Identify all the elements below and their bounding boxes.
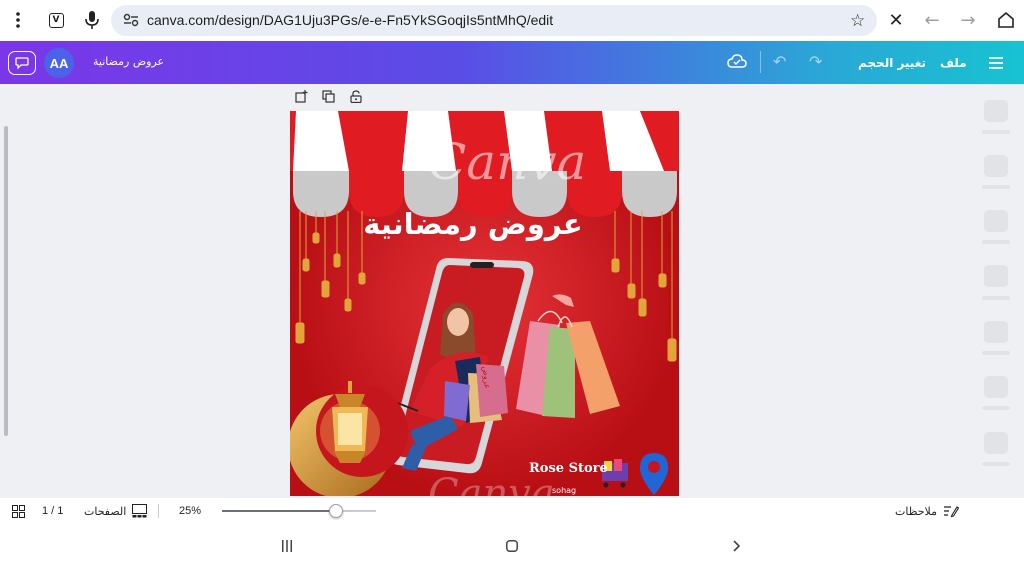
url-text: canva.com/design/DAG1Uju3PGs/e-e-Fn5YkSG… bbox=[147, 12, 554, 28]
thumbnail-placeholder bbox=[984, 265, 1008, 287]
vertical-scrollbar[interactable] bbox=[4, 126, 8, 436]
site-settings-icon[interactable] bbox=[123, 13, 139, 32]
forward-arrow-icon[interactable]: → bbox=[956, 8, 980, 32]
add-page-icon[interactable] bbox=[294, 90, 308, 104]
back-arrow-icon[interactable]: ← bbox=[920, 8, 944, 32]
close-icon[interactable]: ✕ bbox=[884, 8, 908, 32]
more-vert-icon[interactable] bbox=[6, 8, 30, 32]
grid-view-icon[interactable] bbox=[12, 505, 25, 521]
cloud-saved-icon[interactable] bbox=[727, 53, 747, 74]
zoom-slider-handle[interactable] bbox=[328, 504, 343, 518]
duplicate-page-icon[interactable] bbox=[321, 90, 335, 104]
pages-icon[interactable] bbox=[132, 504, 147, 521]
avatar[interactable]: AA bbox=[44, 48, 74, 78]
comment-icon bbox=[15, 57, 29, 69]
pages-label[interactable]: الصفحات bbox=[84, 505, 126, 518]
thumbnail-placeholder-line bbox=[982, 406, 1010, 410]
address-bar[interactable]: canva.com/design/DAG1Uju3PGs/e-e-Fn5YkSG… bbox=[111, 5, 877, 36]
thumbnail-placeholder bbox=[984, 321, 1008, 343]
thumbnail-placeholder bbox=[984, 100, 1008, 122]
thumbnail-placeholder bbox=[984, 376, 1008, 398]
zoom-slider-fill bbox=[222, 510, 336, 512]
hamburger-menu-icon[interactable] bbox=[989, 56, 1003, 74]
thumbnail-placeholder-line bbox=[982, 240, 1010, 244]
notes-icon[interactable] bbox=[943, 504, 960, 521]
editor-footer: 1 / 1 الصفحات 25% ملاحظات bbox=[0, 498, 1024, 526]
file-menu-button[interactable]: ملف bbox=[940, 56, 967, 70]
thumbnail-placeholder-line bbox=[982, 296, 1010, 300]
redo-icon[interactable]: ↷ bbox=[809, 52, 822, 71]
home-icon[interactable] bbox=[994, 8, 1018, 32]
canva-watermark: Canva bbox=[428, 133, 587, 191]
resize-button[interactable]: تغيير الحجم bbox=[858, 56, 926, 70]
recent-apps-icon[interactable] bbox=[281, 539, 293, 557]
tab-count: V bbox=[48, 12, 64, 28]
thumbnail-placeholder-line bbox=[982, 185, 1010, 189]
tab-switcher-button[interactable]: V bbox=[44, 8, 68, 32]
star-icon[interactable]: ☆ bbox=[850, 11, 865, 31]
bag-label: عروض bbox=[480, 365, 492, 390]
design-headline: عروض رمضانية bbox=[363, 207, 583, 241]
thumbnail-placeholder-line bbox=[982, 130, 1010, 134]
home-button-icon[interactable] bbox=[506, 539, 518, 557]
comment-button[interactable] bbox=[8, 51, 36, 75]
thumbnail-placeholder-line bbox=[982, 351, 1010, 355]
thumbnail-placeholder-line bbox=[982, 462, 1010, 466]
lock-icon[interactable] bbox=[349, 90, 363, 104]
page-indicator: 1 / 1 bbox=[42, 505, 64, 517]
notes-label[interactable]: ملاحظات bbox=[895, 505, 937, 518]
design-title[interactable]: عروض رمضانية bbox=[93, 55, 164, 68]
zoom-level[interactable]: 25% bbox=[179, 505, 201, 517]
store-name: Rose Store bbox=[529, 461, 608, 476]
store-location: sohag bbox=[552, 486, 577, 495]
system-navigation-bar bbox=[0, 526, 1024, 564]
design-page[interactable]: Canva Canva عروض رمضانية عروض Rose Store… bbox=[290, 111, 679, 496]
editor-header: AA عروض رمضانية ↶ ↷ تغيير الحجم ملف bbox=[0, 41, 1024, 84]
browser-toolbar: V canva.com/design/DAG1Uju3PGs/e-e-Fn5Yk… bbox=[0, 0, 1024, 41]
microphone-icon[interactable] bbox=[80, 8, 104, 32]
footer-divider bbox=[158, 504, 159, 518]
header-divider bbox=[760, 51, 761, 73]
thumbnail-placeholder bbox=[984, 155, 1008, 177]
back-chevron-icon[interactable] bbox=[733, 539, 741, 557]
thumbnail-placeholder bbox=[984, 432, 1008, 454]
undo-icon[interactable]: ↶ bbox=[773, 52, 786, 71]
thumbnail-placeholder bbox=[984, 210, 1008, 232]
